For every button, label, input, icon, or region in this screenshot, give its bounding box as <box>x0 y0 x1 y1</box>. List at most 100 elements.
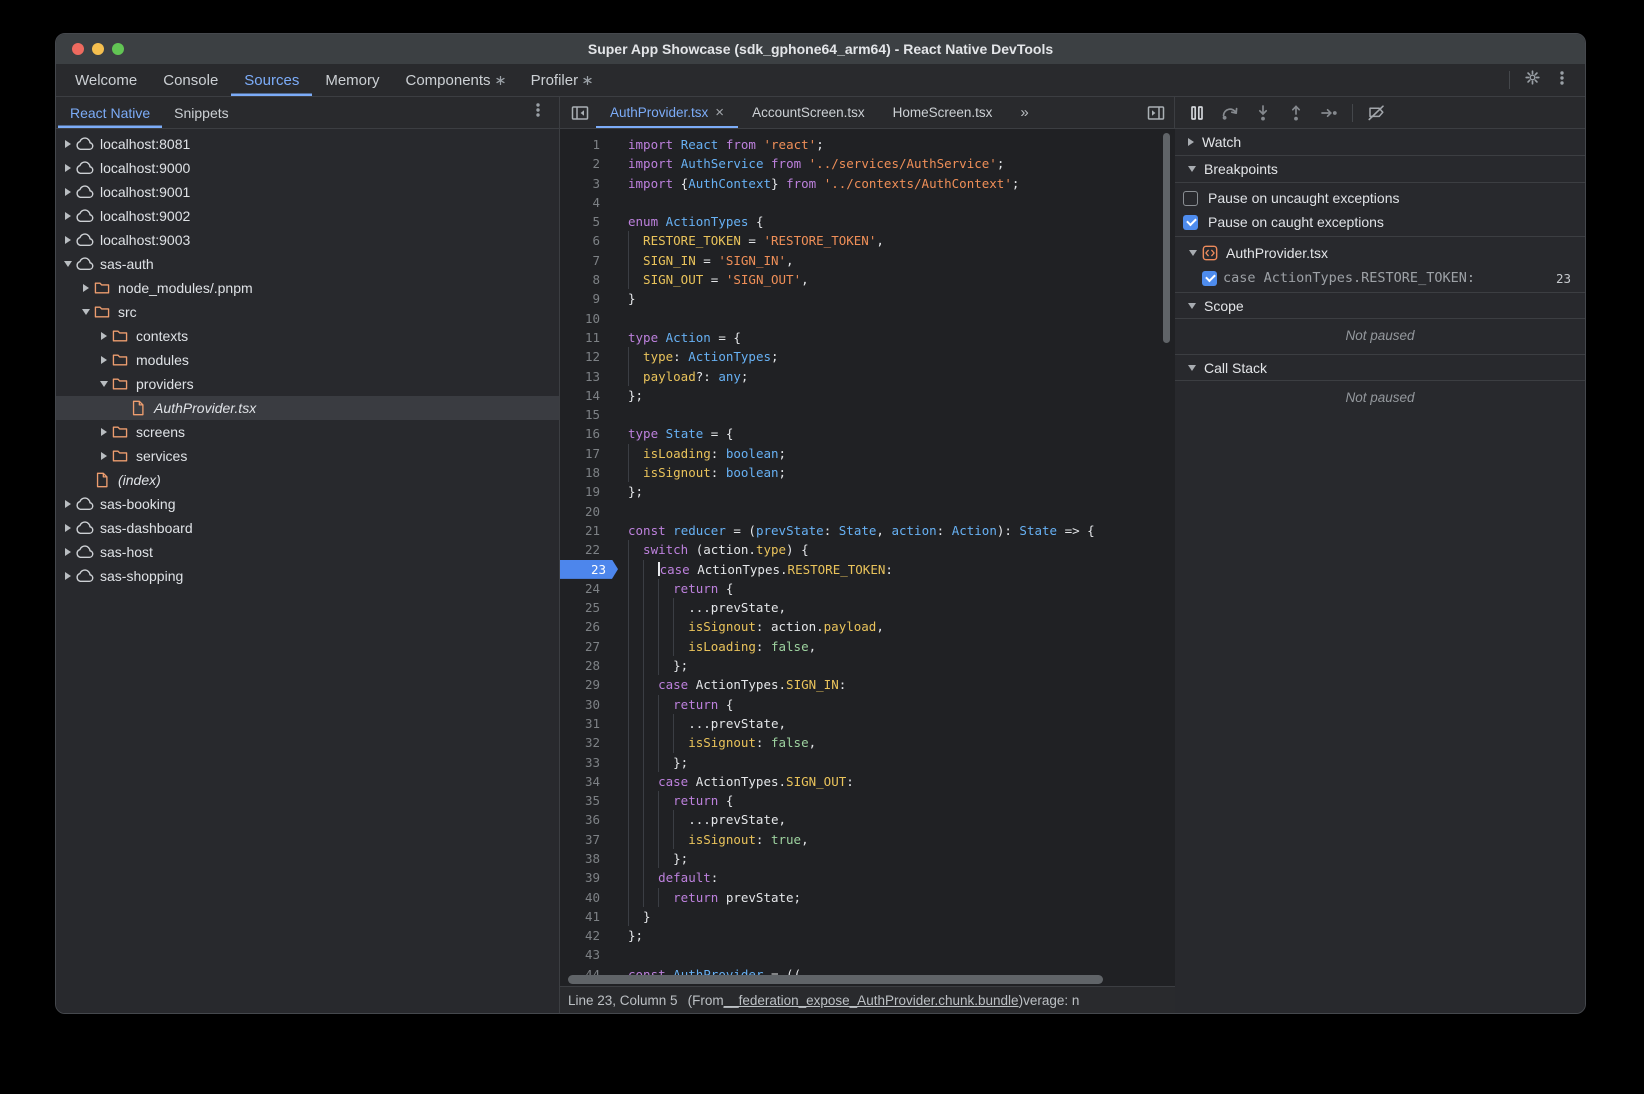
main-tab-components[interactable]: Components <box>393 64 518 96</box>
line-number[interactable]: 33 <box>560 753 612 772</box>
code-text[interactable]: } <box>612 289 1175 308</box>
tree-item-screens[interactable]: screens <box>56 420 559 444</box>
tree-item-index[interactable]: (index) <box>56 468 559 492</box>
code-text[interactable]: return prevState; <box>612 888 1175 907</box>
code-text[interactable]: type Action = { <box>612 328 1175 347</box>
line-number[interactable]: 34 <box>560 772 612 791</box>
main-tab-memory[interactable]: Memory <box>312 64 392 96</box>
line-number[interactable]: 30 <box>560 695 612 714</box>
tree-item-localhost-8081[interactable]: localhost:8081 <box>56 132 559 156</box>
line-number[interactable]: 2 <box>560 154 612 173</box>
tree-arrow-icon[interactable] <box>98 356 110 364</box>
tree-item-localhost-9003[interactable]: localhost:9003 <box>56 228 559 252</box>
step-out-icon[interactable] <box>1286 103 1306 123</box>
code-text[interactable]: import {AuthContext} from '../contexts/A… <box>612 174 1175 193</box>
code-text[interactable]: }; <box>612 386 1175 405</box>
line-number[interactable]: 38 <box>560 849 612 868</box>
tree-item-sas-dashboard[interactable]: sas-dashboard <box>56 516 559 540</box>
line-number[interactable]: 15 <box>560 405 612 424</box>
tree-arrow-icon[interactable] <box>62 261 74 267</box>
code-text[interactable]: import React from 'react'; <box>612 135 1175 154</box>
navigator-tab-react-native[interactable]: React Native <box>58 97 162 128</box>
line-number[interactable]: 36 <box>560 810 612 829</box>
code-text[interactable]: RESTORE_TOKEN = 'RESTORE_TOKEN', <box>612 231 1175 250</box>
step-into-icon[interactable] <box>1253 103 1273 123</box>
main-tab-sources[interactable]: Sources <box>231 64 312 96</box>
line-number[interactable]: 42 <box>560 926 612 945</box>
code-text[interactable] <box>612 502 1175 521</box>
code-text[interactable]: } <box>612 907 1175 926</box>
vertical-scrollbar[interactable] <box>1163 133 1170 343</box>
code-text[interactable]: default: <box>612 868 1175 887</box>
line-number[interactable]: 13 <box>560 367 612 386</box>
line-number[interactable]: 8 <box>560 270 612 289</box>
code-text[interactable]: type State = { <box>612 424 1175 443</box>
line-number[interactable]: 9 <box>560 289 612 308</box>
code-text[interactable]: case ActionTypes.SIGN_IN: <box>612 675 1175 694</box>
code-text[interactable]: }; <box>612 753 1175 772</box>
code-text[interactable]: isSignout: true, <box>612 830 1175 849</box>
line-number[interactable]: 24 <box>560 579 612 598</box>
line-number[interactable]: 22 <box>560 540 612 559</box>
source-bundle-link[interactable]: __federation_expose_AuthProvider.chunk.b… <box>724 993 1019 1008</box>
tree-item-sas-shopping[interactable]: sas-shopping <box>56 564 559 588</box>
tree-arrow-icon[interactable] <box>62 500 74 508</box>
breakpoint-marker[interactable]: 23 <box>560 560 618 579</box>
step-over-icon[interactable] <box>1220 103 1240 123</box>
line-number[interactable]: 5 <box>560 212 612 231</box>
code-text[interactable]: enum ActionTypes { <box>612 212 1175 231</box>
code-text[interactable] <box>612 309 1175 328</box>
checkbox[interactable] <box>1183 191 1198 206</box>
line-number[interactable]: 25 <box>560 598 612 617</box>
line-number[interactable]: 19 <box>560 482 612 501</box>
tree-arrow-icon[interactable] <box>98 428 110 436</box>
line-number[interactable]: 18 <box>560 463 612 482</box>
breakpoints-section-header[interactable]: Breakpoints <box>1175 156 1585 183</box>
code-text[interactable]: isSignout: action.payload, <box>612 617 1175 636</box>
line-number[interactable]: 35 <box>560 791 612 810</box>
line-number[interactable]: 29 <box>560 675 612 694</box>
tree-arrow-icon[interactable] <box>98 381 110 387</box>
line-number[interactable]: 1 <box>560 135 612 154</box>
tree-arrow-icon[interactable] <box>62 164 74 172</box>
tree-arrow-icon[interactable] <box>98 332 110 340</box>
checkbox[interactable] <box>1183 215 1198 230</box>
tree-arrow-icon[interactable] <box>62 524 74 532</box>
tree-arrow-icon[interactable] <box>62 572 74 580</box>
line-number[interactable]: 37 <box>560 830 612 849</box>
navigator-tab-snippets[interactable]: Snippets <box>162 97 240 128</box>
tree-item-sas-host[interactable]: sas-host <box>56 540 559 564</box>
line-number[interactable]: 6 <box>560 231 612 250</box>
scope-section-header[interactable]: Scope <box>1175 292 1585 319</box>
code-text[interactable]: ...prevState, <box>612 598 1175 617</box>
more-tabs-icon[interactable]: » <box>1020 104 1028 121</box>
tree-item-services[interactable]: services <box>56 444 559 468</box>
code-text[interactable]: switch (action.type) { <box>612 540 1175 559</box>
step-icon[interactable] <box>1319 103 1339 123</box>
code-text[interactable]: }; <box>612 849 1175 868</box>
tree-item-localhost-9000[interactable]: localhost:9000 <box>56 156 559 180</box>
tree-item-providers[interactable]: providers <box>56 372 559 396</box>
editor-tab-homescreen-tsx[interactable]: HomeScreen.tsx <box>879 97 1007 128</box>
code-text[interactable]: isLoading: false, <box>612 637 1175 656</box>
line-number[interactable]: 26 <box>560 617 612 636</box>
code-text[interactable]: return { <box>612 579 1175 598</box>
tree-item-src[interactable]: src <box>56 300 559 324</box>
line-number[interactable]: 17 <box>560 444 612 463</box>
code-text[interactable]: type: ActionTypes; <box>612 347 1175 366</box>
tree-item-sas-booking[interactable]: sas-booking <box>56 492 559 516</box>
line-number[interactable]: 16 <box>560 424 612 443</box>
code-text[interactable] <box>612 193 1175 212</box>
code-text[interactable]: import AuthService from '../services/Aut… <box>612 154 1175 173</box>
code-text[interactable]: SIGN_IN = 'SIGN_IN', <box>612 251 1175 270</box>
line-number[interactable]: 43 <box>560 945 612 964</box>
line-number[interactable]: 39 <box>560 868 612 887</box>
tree-arrow-icon[interactable] <box>80 284 92 292</box>
main-tab-console[interactable]: Console <box>150 64 231 96</box>
settings-gear-icon[interactable] <box>1524 69 1541 91</box>
code-text[interactable]: isSignout: boolean; <box>612 463 1175 482</box>
code-text[interactable]: }; <box>612 926 1175 945</box>
line-number[interactable]: 31 <box>560 714 612 733</box>
line-number[interactable]: 3 <box>560 174 612 193</box>
breakpoint-entry[interactable]: case ActionTypes.RESTORE_TOKEN:23 <box>1175 266 1585 290</box>
